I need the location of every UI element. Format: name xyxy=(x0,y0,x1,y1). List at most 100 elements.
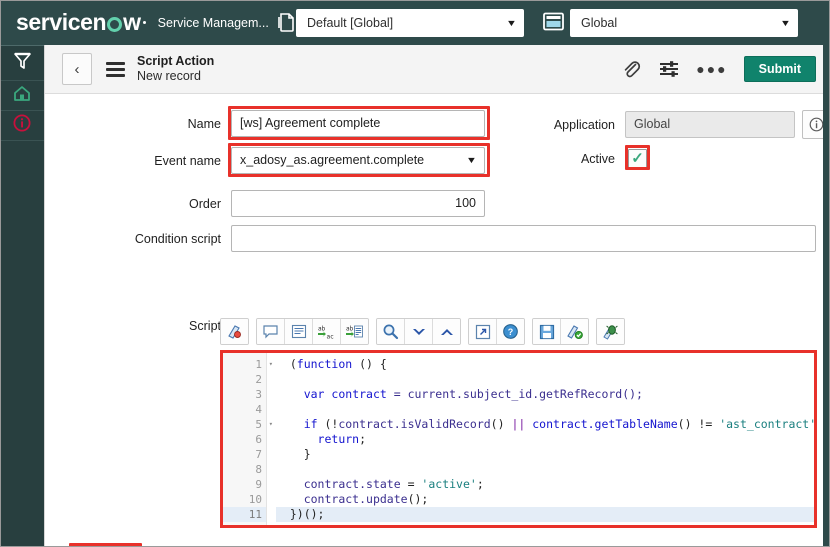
active-checkbox[interactable]: ✓ xyxy=(628,149,647,168)
back-button[interactable]: ‹ xyxy=(62,53,92,85)
code-token: ; xyxy=(359,432,367,446)
svg-text:ac: ac xyxy=(327,333,335,340)
info-circle-icon xyxy=(13,114,31,137)
script-code-editor[interactable]: 1 ▾ 2 3 4 5 ▾ 6 7 8 9 10 11 (function () { var contr… xyxy=(220,350,817,528)
help-icon[interactable]: ? xyxy=(497,319,524,344)
view-selector[interactable]: Default [Global] ▼ xyxy=(296,9,524,37)
top-banner: servicen w Service Managem... Default [Gl… xyxy=(0,0,830,45)
find-previous-icon[interactable] xyxy=(433,319,460,344)
brand-o-icon xyxy=(107,17,123,32)
record-status-label: New record xyxy=(137,69,201,83)
brand-dot-icon xyxy=(142,21,146,24)
chevron-down-icon: ▼ xyxy=(505,17,518,28)
code-token: || xyxy=(511,417,526,431)
replace-all-icon[interactable]: ab xyxy=(341,319,368,344)
syntax-check-icon[interactable] xyxy=(561,319,588,344)
script-editor-toolbar: ab ac ab ? xyxy=(220,318,625,345)
event-name-select[interactable]: x_adosy_as.agreement.complete ▼ xyxy=(231,147,485,174)
toolbar-group-5 xyxy=(532,318,589,345)
page-title: Script Action xyxy=(137,54,215,68)
application-scope-selector[interactable]: Global ▼ xyxy=(570,9,798,37)
code-token: () { xyxy=(352,357,387,371)
field-row-condition-script: Condition script xyxy=(45,225,820,252)
comment-bubble-icon[interactable] xyxy=(257,319,285,344)
save-icon[interactable] xyxy=(533,319,561,344)
debug-bug-icon[interactable] xyxy=(597,319,624,344)
event-name-label: Event name xyxy=(154,153,221,168)
document-stack-icon[interactable] xyxy=(278,12,295,33)
view-selector-label: Default [Global] xyxy=(307,16,394,30)
toolbar-group-6 xyxy=(596,318,625,345)
sidebar-item-filter[interactable] xyxy=(0,46,44,81)
code-token: ( xyxy=(276,357,297,371)
hamburger-menu-icon[interactable] xyxy=(106,61,125,77)
filter-icon xyxy=(13,51,32,76)
code-token: (); xyxy=(407,492,429,506)
code-token: contract xyxy=(331,387,387,401)
paperclip-icon[interactable] xyxy=(620,58,642,80)
name-input-value: [ws] Agreement complete xyxy=(240,116,381,131)
code-line: })(); xyxy=(276,507,814,522)
code-token: = current.subject_id.getRefRecord(); xyxy=(386,387,643,401)
toolbar-group-2: ab ac ab xyxy=(256,318,369,345)
code-token: () != xyxy=(677,417,720,431)
code-line: var contract = current.subject_id.getRef… xyxy=(276,387,814,402)
field-row-script: Script xyxy=(45,319,231,333)
code-token: } xyxy=(276,447,311,461)
code-line-number: 3 xyxy=(255,388,262,401)
code-line-number: 1 ▾ xyxy=(255,358,273,371)
chevron-down-icon: ▼ xyxy=(465,155,478,165)
code-line-number: 8 xyxy=(255,463,262,476)
application-window-icon[interactable] xyxy=(543,12,564,31)
code-line: contract.state = 'active'; xyxy=(276,477,814,492)
code-line: (function () { xyxy=(276,357,814,372)
code-line-numbers: 1 ▾ 2 3 4 5 ▾ 6 7 8 9 10 11 xyxy=(223,353,273,525)
code-line-number: 9 xyxy=(255,478,262,491)
field-row-event-name: Event name x_adosy_as.agreement.complete… xyxy=(45,147,485,174)
submit-button-top[interactable]: Submit xyxy=(743,55,816,83)
code-token: contract.isValidRecord xyxy=(338,417,491,431)
code-line: if (!contract.isValidRecord() || contrac… xyxy=(276,417,814,432)
chevron-down-icon: ▼ xyxy=(779,17,792,28)
sidebar-item-home[interactable] xyxy=(0,81,44,111)
code-line: return; xyxy=(276,432,814,447)
form-content-area: ‹ Script Action New record ●●● Submit Na… xyxy=(44,45,830,547)
sliders-icon[interactable] xyxy=(658,58,680,80)
product-name[interactable]: Service Managem... xyxy=(158,16,269,30)
code-token: var xyxy=(303,387,325,401)
order-input[interactable]: 100 xyxy=(231,190,485,217)
code-fold-toggle-icon[interactable]: ▾ xyxy=(269,417,273,432)
syntax-editor-icon[interactable] xyxy=(221,319,248,344)
code-line: contract.update(); xyxy=(276,492,814,507)
more-options-button[interactable]: ●●● xyxy=(696,61,727,77)
code-fold-toggle-icon[interactable]: ▾ xyxy=(269,357,273,372)
code-token: contract.getTableName xyxy=(532,417,678,431)
application-label: Application xyxy=(553,117,615,132)
servicenow-logo[interactable]: servicen w xyxy=(16,11,146,34)
form-header: ‹ Script Action New record ●●● Submit xyxy=(45,45,830,94)
svg-text:ab: ab xyxy=(318,325,326,332)
replace-icon[interactable]: ab ac xyxy=(313,319,341,344)
code-token: return xyxy=(317,432,360,446)
application-scope-label: Global xyxy=(581,16,618,30)
application-value: Global xyxy=(634,117,671,132)
open-fullscreen-icon[interactable] xyxy=(469,319,497,344)
format-code-icon[interactable] xyxy=(285,319,313,344)
checkmark-icon: ✓ xyxy=(631,150,644,167)
condition-script-label: Condition script xyxy=(134,231,221,246)
code-token: contract.update xyxy=(303,492,408,506)
brand-text-part2: w xyxy=(123,9,141,35)
condition-script-input[interactable] xyxy=(231,225,816,252)
sidebar-item-info[interactable] xyxy=(0,111,44,141)
code-text-area[interactable]: (function () { var contract = current.su… xyxy=(267,353,814,525)
find-next-icon[interactable] xyxy=(405,319,433,344)
info-circle-icon xyxy=(809,117,824,132)
code-line-number: 10 xyxy=(248,493,262,506)
name-input[interactable]: [ws] Agreement complete xyxy=(231,110,485,137)
search-icon[interactable] xyxy=(377,319,405,344)
right-edge-strip xyxy=(823,45,830,547)
form-body: Name [ws] Agreement complete Application… xyxy=(45,94,830,547)
